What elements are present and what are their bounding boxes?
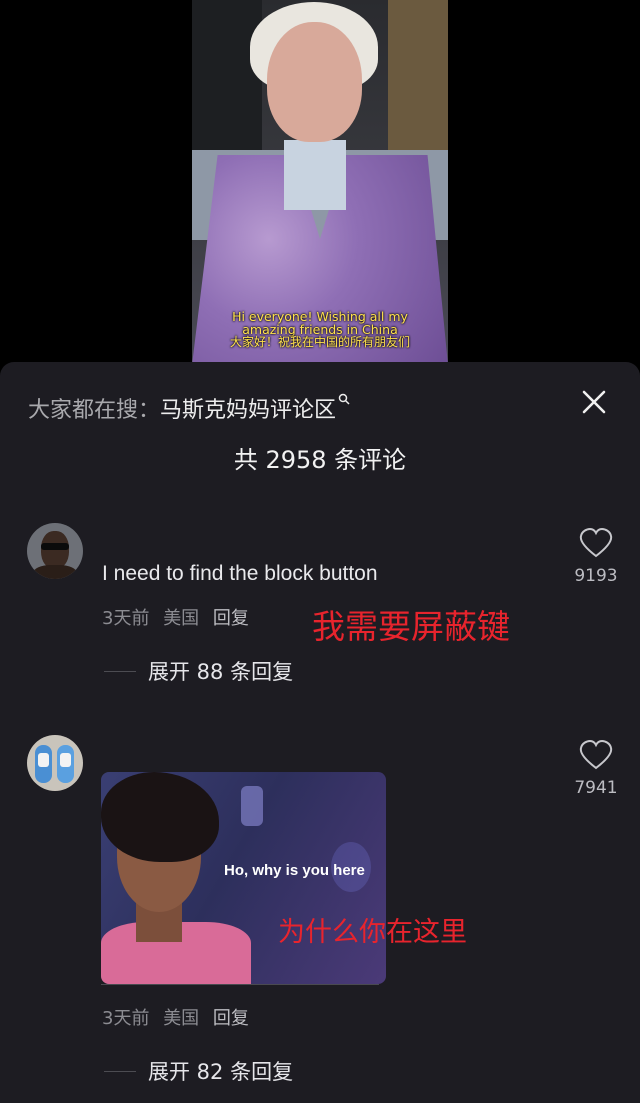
search-icon[interactable] (338, 393, 350, 409)
avatar-sneaker-lace-left (38, 753, 49, 767)
comment-gif[interactable]: Ho, why is you here (101, 772, 386, 984)
video-player[interactable]: Hi everyone! Wishing all my amazing frie… (192, 0, 448, 362)
avatar[interactable] (27, 735, 83, 791)
gif-background-light (241, 786, 263, 826)
video-background-wall (388, 0, 448, 160)
avatar-sneaker-lace-right (60, 753, 71, 767)
like-button[interactable]: 9193 (566, 528, 626, 586)
avatar-sunglasses (41, 543, 69, 550)
avatar[interactable] (27, 523, 83, 579)
comment-meta: 3天前 美国 回复 (102, 604, 249, 630)
expand-replies-button[interactable]: 展开 88 条回复 (104, 656, 293, 686)
comment-location: 美国 (163, 608, 200, 629)
avatar-face (41, 531, 69, 569)
video-caption-line3: 大家好！祝我在中国的所有朋友们 (229, 335, 410, 349)
video-person-collar (284, 140, 346, 210)
close-icon[interactable] (578, 386, 610, 418)
divider (104, 670, 136, 672)
avatar-shoulders (33, 565, 77, 579)
translation-annotation: 我需要屏蔽键 (312, 607, 510, 646)
search-suggestion-topic[interactable]: 马斯克妈妈评论区 (160, 392, 336, 424)
gif-caption: Ho, why is you here (224, 862, 365, 879)
expand-replies-label: 展开 88 条回复 (148, 660, 294, 684)
comment-time: 3天前 (102, 608, 150, 629)
search-suggestion-prefix: 大家都在搜： (28, 398, 161, 423)
search-suggestion[interactable]: 大家都在搜： 马斯克妈妈评论区 (28, 392, 350, 424)
expand-replies-label: 展开 82 条回复 (148, 1060, 294, 1084)
divider (101, 984, 379, 985)
divider (104, 1070, 136, 1072)
like-button[interactable]: 7941 (566, 740, 626, 798)
heart-icon[interactable] (579, 528, 613, 558)
comment-time: 3天前 (102, 1008, 150, 1029)
comment-location: 美国 (163, 1008, 200, 1029)
comments-sheet: 大家都在搜： 马斯克妈妈评论区 共 2958 条评论 I need to fin… (0, 362, 640, 1103)
heart-icon[interactable] (579, 740, 613, 770)
comment-text: I need to find the block button (102, 562, 378, 585)
like-count: 7941 (574, 778, 618, 798)
video-person-face (267, 22, 362, 142)
gif-person-hair (101, 772, 219, 862)
comment-meta: 3天前 美国 回复 (102, 1004, 249, 1030)
reply-button[interactable]: 回复 (213, 1008, 249, 1029)
translation-annotation: 为什么你在这里 (278, 917, 467, 948)
expand-replies-button[interactable]: 展开 82 条回复 (104, 1056, 293, 1086)
comment-count: 共 2958 条评论 (233, 446, 407, 474)
like-count: 9193 (574, 566, 618, 586)
reply-button[interactable]: 回复 (213, 608, 249, 629)
